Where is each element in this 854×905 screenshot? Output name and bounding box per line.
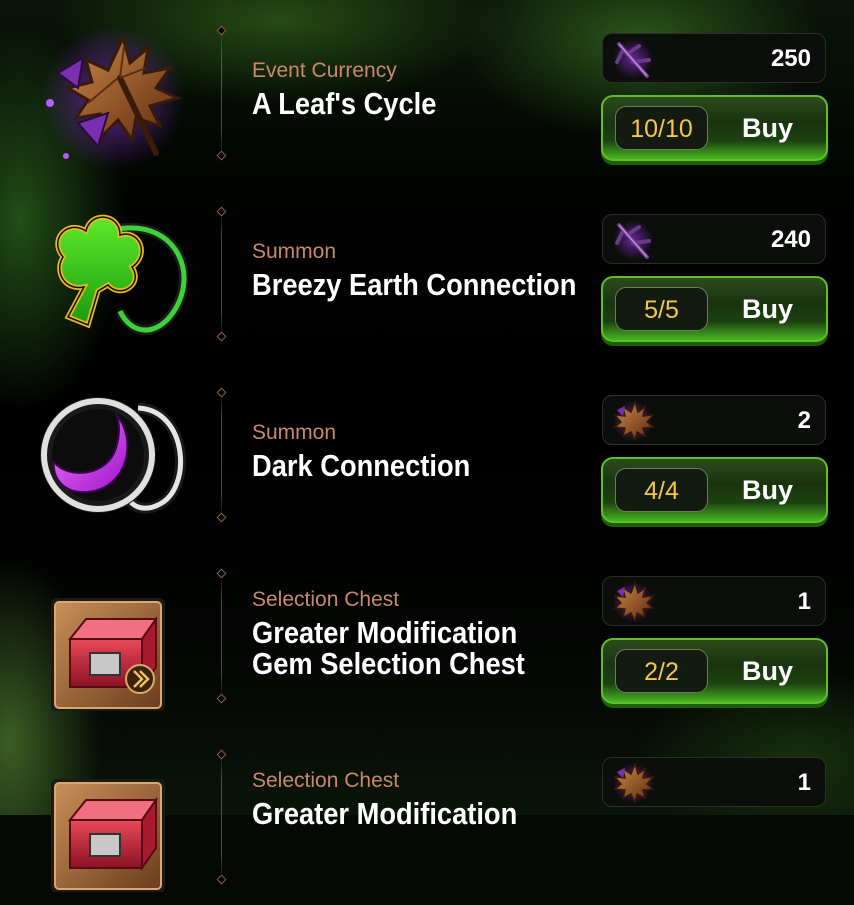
item-category: Selection Chest [252,769,400,792]
cost-amount: 1 [797,769,811,796]
buy-button[interactable]: 10/10 Buy [601,95,828,161]
divider [221,573,222,699]
shop-item-row: Event Currency A Leaf's Cycle 250 10/10 … [0,0,854,181]
cost-amount: 250 [770,45,811,72]
item-name: Greater Modification [252,615,518,650]
buy-button[interactable]: 4/4 Buy [601,457,828,523]
branch-icon [609,36,657,82]
maple-leaf-icon [609,579,657,625]
buy-label: Buy [741,475,793,505]
cost-panel: 240 [602,214,826,264]
item-info: Summon Breezy Earth Connection [252,239,621,300]
shop-item-row: Selection Chest Greater Modification Gem… [0,543,854,724]
item-name: Dark Connection [252,448,471,483]
cost-panel: 2 [602,395,826,445]
buy-label: Buy [741,113,793,143]
branch-icon [609,217,657,263]
cost-amount: 2 [797,407,811,434]
cost-amount: 1 [797,588,811,615]
item-name: A Leaf's Cycle [252,86,437,121]
purchase-count: 4/4 [615,468,708,512]
purchase-count: 10/10 [615,106,708,150]
buy-button[interactable]: 2/2 Buy [601,638,828,704]
divider [221,754,222,880]
item-info: Selection Chest Greater Modification Gem… [252,587,562,679]
buy-button[interactable]: 5/5 Buy [601,276,828,342]
item-category: Selection Chest [252,588,400,611]
cost-amount: 240 [770,226,811,253]
purchase-count: 5/5 [615,287,708,331]
buy-label: Buy [741,294,793,324]
buy-label: Buy [741,656,793,686]
chest-icon [28,742,188,893]
cost-panel: 1 [602,576,826,626]
maple-leaf-icon [609,760,657,806]
purchase-count: 2/2 [615,649,708,693]
item-category: Event Currency [252,59,397,82]
moon-pendant-icon [28,380,188,530]
maple-leaf-icon [28,18,188,170]
divider [221,30,222,156]
item-info: Selection Chest Greater Modification [252,768,553,829]
divider [221,392,222,518]
clover-pendant-icon [28,199,189,349]
item-name: Breezy Earth Connection [252,267,577,302]
shop-item-row: Summon Breezy Earth Connection 240 5/5 B… [0,181,854,362]
item-category: Summon [252,421,337,444]
divider [221,211,222,337]
cost-panel: 250 [602,33,826,83]
chest-icon [28,561,188,712]
item-name: Greater Modification [252,796,518,831]
item-info: Summon Dark Connection [252,420,500,481]
item-info: Event Currency A Leaf's Cycle [252,58,462,119]
shop-item-row: Summon Dark Connection 2 4/4 Buy [0,362,854,543]
maple-leaf-icon [609,398,657,444]
cost-panel: 1 [602,757,826,807]
item-category: Summon [252,240,337,263]
item-name: Gem Selection Chest [252,646,525,681]
